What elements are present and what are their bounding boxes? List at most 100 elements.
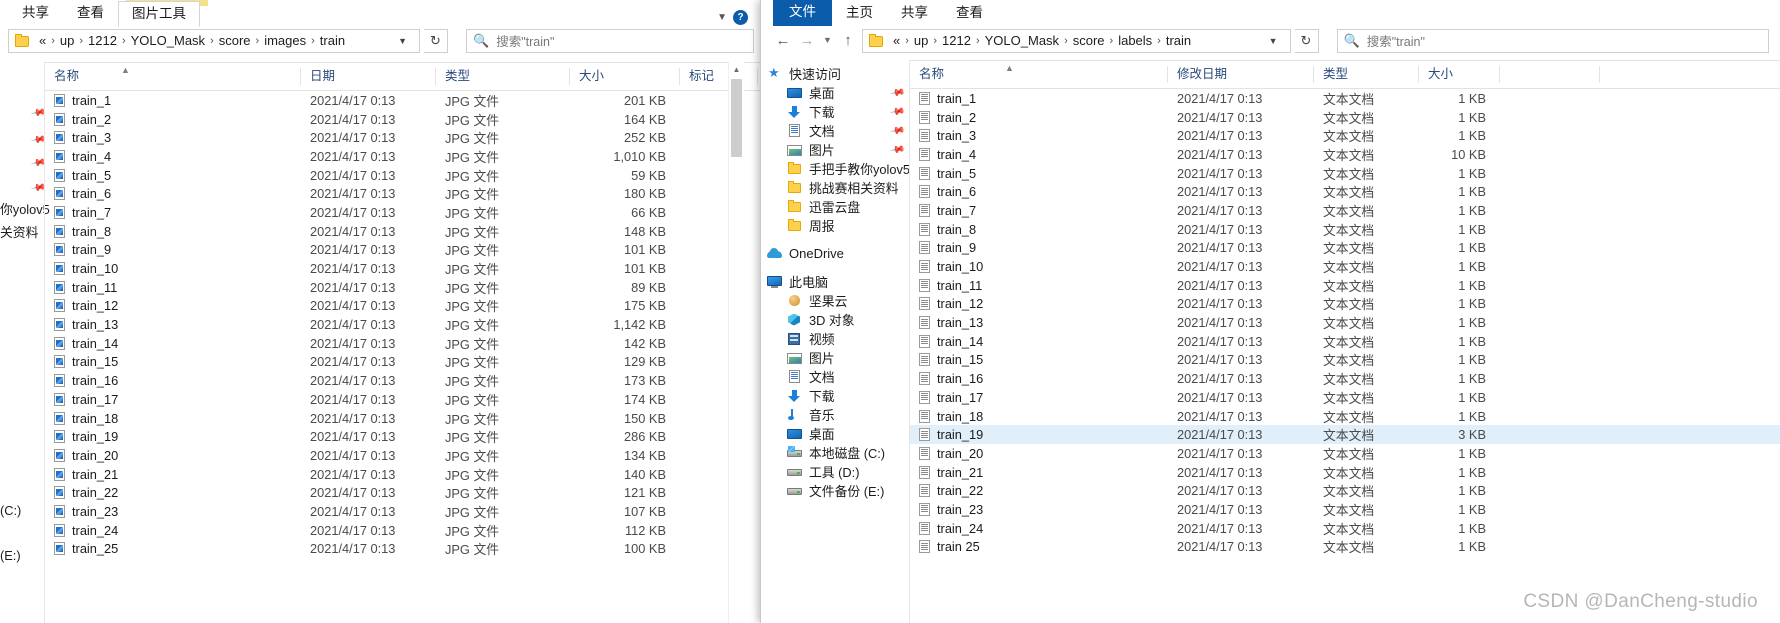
ribbon-tab-0[interactable]: 文件 [773,0,832,26]
column-header-4[interactable] [1500,66,1600,83]
table-row[interactable]: train_19 2021/4/17 0:13 文本文档 3 KB [910,425,1780,445]
breadcrumb-item-5[interactable]: labels [1114,31,1156,51]
file-name-cell[interactable]: train_10 [910,259,1168,274]
sidebar-item-14[interactable]: 图片 [761,348,909,367]
file-name-cell[interactable]: train_5 [45,168,301,183]
file-name-cell[interactable]: train_12 [45,298,301,313]
chevron-down-icon[interactable]: ▼ [390,36,415,46]
breadcrumb-item-6[interactable]: train [1162,31,1195,51]
table-row[interactable]: train_3 2021/4/17 0:13 JPG 文件 252 KB [45,128,760,147]
sidebar-item-3[interactable]: 文档 📌 [761,121,909,140]
table-row[interactable]: train_11 2021/4/17 0:13 文本文档 1 KB [910,276,1780,295]
breadcrumb-right[interactable]: «› up › 1212 › YOLO_Mask › score › labels › train [889,31,1195,51]
refresh-icon[interactable]: ↻ [1294,28,1319,53]
file-name-cell[interactable]: train_19 [910,427,1168,442]
partial-sidebar-label-yolov5[interactable]: 你yolov5 [0,199,50,218]
sidebar-item-16[interactable]: 下载 [761,386,909,405]
breadcrumb-item-0[interactable]: « [889,31,904,51]
breadcrumb-item-5[interactable]: images [260,31,310,51]
file-name-cell[interactable]: train_14 [45,336,301,351]
breadcrumb-item-6[interactable]: train [316,31,349,51]
column-header-0[interactable]: 名称 [45,68,301,85]
pin-icon[interactable]: 📌 [30,180,47,196]
table-row[interactable]: train_22 2021/4/17 0:13 JPG 文件 121 KB [45,483,760,502]
breadcrumb-item-4[interactable]: score [215,31,255,51]
file-name-cell[interactable]: train_4 [910,147,1168,162]
file-name-cell[interactable]: train_10 [45,261,301,276]
sidebar-item-18[interactable]: 桌面 [761,424,909,443]
recent-locations-chevron-down-icon[interactable]: ▼ [821,31,834,51]
table-row[interactable]: train_4 2021/4/17 0:13 JPG 文件 1,010 KB [45,147,760,166]
table-row[interactable]: train_1 2021/4/17 0:13 JPG 文件 201 KB [45,91,760,110]
file-name-cell[interactable]: train_15 [45,354,301,369]
file-name-cell[interactable]: train_22 [910,483,1168,498]
column-header-2[interactable]: 类型 [436,68,570,85]
scroll-up-icon[interactable]: ▲ [729,62,744,77]
file-list-left[interactable]: train_1 2021/4/17 0:13 JPG 文件 201 KB train_2… [45,91,760,558]
help-icon[interactable]: ? [733,10,748,25]
file-name-cell[interactable]: train_12 [910,296,1168,311]
table-row[interactable]: train_9 2021/4/17 0:13 JPG 文件 101 KB [45,241,760,260]
table-row[interactable]: train_17 2021/4/17 0:13 文本文档 1 KB [910,388,1780,407]
table-row[interactable]: train_16 2021/4/17 0:13 JPG 文件 173 KB [45,371,760,390]
file-name-cell[interactable]: train_2 [910,110,1168,125]
sidebar-item-20[interactable]: 工具 (D:) [761,462,909,481]
ribbon-tab-1[interactable]: 主页 [832,0,887,26]
pin-icon[interactable]: 📌 [889,123,906,139]
table-row[interactable]: train_16 2021/4/17 0:13 文本文档 1 KB [910,369,1780,388]
breadcrumb-item-2[interactable]: 1212 [938,31,975,51]
table-row[interactable]: train_2 2021/4/17 0:13 JPG 文件 164 KB [45,110,760,129]
search-input-right[interactable]: 🔍 搜索"train" [1336,28,1769,53]
table-row[interactable]: train_1 2021/4/17 0:13 文本文档 1 KB [910,89,1780,108]
table-row[interactable]: train_21 2021/4/17 0:13 JPG 文件 140 KB [45,465,760,484]
table-row[interactable]: train_18 2021/4/17 0:13 文本文档 1 KB [910,407,1780,426]
vertical-scrollbar-left[interactable]: ▲ [728,62,744,623]
sidebar-item-6[interactable]: 挑战赛相关资料 [761,178,909,197]
file-name-cell[interactable]: train_2 [45,112,301,127]
breadcrumb-left[interactable]: «› up › 1212 › YOLO_Mask › score › images › train [35,31,349,51]
file-list-right[interactable]: train_1 2021/4/17 0:13 文本文档 1 KB train_2 2021… [910,89,1780,556]
breadcrumb-item-1[interactable]: up [56,31,78,51]
file-name-cell[interactable]: train_23 [45,504,301,519]
file-name-cell[interactable]: train_24 [910,521,1168,536]
pin-icon[interactable]: 📌 [889,142,906,158]
file-name-cell[interactable]: train_17 [45,392,301,407]
sidebar-item-17[interactable]: 音乐 [761,405,909,424]
sidebar-item-4[interactable]: 图片 📌 [761,140,909,159]
ribbon-tab-3[interactable]: 查看 [942,0,997,26]
file-name-cell[interactable]: train_16 [910,371,1168,386]
sidebar-item-12[interactable]: 3D 对象 [761,310,909,329]
file-name-cell[interactable]: train_25 [45,541,301,556]
table-row[interactable]: train_2 2021/4/17 0:13 文本文档 1 KB [910,108,1780,127]
chevron-down-icon[interactable]: ▼ [1261,36,1286,46]
forward-arrow-icon[interactable]: → [797,31,817,51]
table-row[interactable]: train_25 2021/4/17 0:13 JPG 文件 100 KB [45,540,760,559]
pin-icon[interactable]: 📌 [30,105,47,121]
file-name-cell[interactable]: train_18 [45,411,301,426]
sidebar-item-9[interactable]: OneDrive [761,244,909,263]
ribbon-tab-0[interactable]: 共享 [8,0,63,26]
sidebar-item-13[interactable]: 视频 [761,329,909,348]
scrollbar-thumb-left[interactable] [731,79,742,157]
table-row[interactable]: train_12 2021/4/17 0:13 JPG 文件 175 KB [45,297,760,316]
table-row[interactable]: train_23 2021/4/17 0:13 文本文档 1 KB [910,500,1780,519]
breadcrumb-item-0[interactable]: « [35,31,50,51]
file-name-cell[interactable]: train_3 [910,128,1168,143]
file-name-cell[interactable]: train_16 [45,373,301,388]
file-name-cell[interactable]: train_3 [45,130,301,145]
table-row[interactable]: train_23 2021/4/17 0:13 JPG 文件 107 KB [45,502,760,521]
table-row[interactable]: train_14 2021/4/17 0:13 文本文档 1 KB [910,332,1780,351]
sidebar-item-15[interactable]: 文档 [761,367,909,386]
file-name-cell[interactable]: train_11 [910,278,1168,293]
file-name-cell[interactable]: train_15 [910,352,1168,367]
column-header-2[interactable]: 类型 [1314,66,1419,83]
file-name-cell[interactable]: train_23 [910,502,1168,517]
table-row[interactable]: train_14 2021/4/17 0:13 JPG 文件 142 KB [45,334,760,353]
up-arrow-icon[interactable]: ↑ [838,31,858,51]
partial-nav-pane-left[interactable]: 📌 📌 📌 📌 你yolov5 关资料 (C:) (E:) [0,62,50,623]
breadcrumb-item-2[interactable]: 1212 [84,31,121,51]
file-name-cell[interactable]: train_21 [910,465,1168,480]
table-row[interactable]: train_6 2021/4/17 0:13 文本文档 1 KB [910,182,1780,201]
breadcrumb-item-3[interactable]: YOLO_Mask [981,31,1063,51]
file-name-cell[interactable]: train_13 [45,317,301,332]
